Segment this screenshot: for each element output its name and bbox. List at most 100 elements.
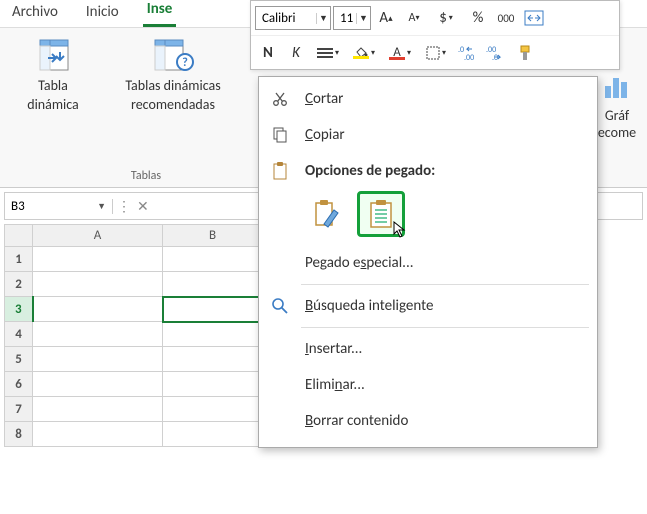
recommended-pivot-button[interactable]: ? Tablas dinámicas recomendadas bbox=[108, 34, 238, 116]
pivot-table-button[interactable]: Tabla dinámica bbox=[8, 34, 98, 116]
increase-font-button[interactable]: A▴ bbox=[373, 5, 399, 31]
row-header-2[interactable]: 2 bbox=[5, 272, 33, 297]
formula-dots-icon[interactable]: ⋮ bbox=[117, 198, 131, 215]
cancel-formula-button[interactable]: ✕ bbox=[137, 198, 149, 215]
chevron-down-icon: ▼ bbox=[356, 13, 370, 24]
cell-B2[interactable] bbox=[163, 272, 263, 297]
row-header-6[interactable]: 6 bbox=[5, 372, 33, 397]
select-all-corner[interactable] bbox=[5, 225, 33, 247]
comma-format-button[interactable]: 000 bbox=[493, 5, 519, 31]
tab-file[interactable]: Archivo bbox=[8, 0, 62, 27]
ctx-paste-head: Opciones de pegado: bbox=[305, 162, 435, 180]
percent-format-button[interactable]: % bbox=[465, 5, 491, 31]
cell-A4[interactable] bbox=[33, 322, 163, 347]
row-header-7[interactable]: 7 bbox=[5, 397, 33, 422]
mini-toolbar: Calibri▼ 11▼ A▴ A▾ $▾ % 000 N K ▾ ▾ A ▾ bbox=[250, 0, 620, 70]
name-box[interactable]: B3 ▼ bbox=[5, 199, 113, 214]
search-icon bbox=[269, 296, 291, 316]
format-painter-button[interactable] bbox=[511, 40, 537, 66]
group-label-tables: Tablas bbox=[131, 169, 161, 183]
font-name-combo[interactable]: Calibri▼ bbox=[255, 6, 331, 30]
ctx-cut-label: Cortar bbox=[305, 90, 343, 108]
row-header-3[interactable]: 3 bbox=[5, 297, 33, 322]
decrease-font-button[interactable]: A▾ bbox=[401, 5, 427, 31]
tab-home[interactable]: Inicio bbox=[82, 0, 123, 27]
merge-center-button[interactable] bbox=[521, 5, 547, 31]
cell-A2[interactable] bbox=[33, 272, 163, 297]
paste-keep-source-button[interactable] bbox=[305, 193, 349, 235]
cell-B7[interactable] bbox=[163, 397, 263, 422]
paste-default-button[interactable] bbox=[359, 193, 403, 235]
ctx-copy[interactable]: Copiar bbox=[259, 117, 597, 153]
pivot-table-label-1: Tabla bbox=[38, 78, 68, 95]
cell-A8[interactable] bbox=[33, 422, 163, 447]
recommended-pivot-label-2: recomendadas bbox=[131, 97, 215, 114]
cursor-icon bbox=[393, 221, 407, 239]
decrease-decimal-icon: .00.0 bbox=[486, 45, 506, 61]
cell-A5[interactable] bbox=[33, 347, 163, 372]
fill-color-button[interactable]: ▾ bbox=[347, 40, 381, 66]
scissors-icon bbox=[269, 89, 291, 109]
increase-decimal-button[interactable]: .0.00 bbox=[455, 40, 481, 66]
ctx-paste-options-row: Opciones de pegado: bbox=[259, 153, 597, 189]
borders-button[interactable]: ▾ bbox=[419, 40, 453, 66]
chevron-down-icon: ▼ bbox=[97, 201, 106, 212]
tab-insert[interactable]: Inse bbox=[143, 0, 177, 27]
row-header-5[interactable]: 5 bbox=[5, 347, 33, 372]
ctx-cut[interactable]: Cortar bbox=[259, 81, 597, 117]
fill-bucket-icon bbox=[353, 46, 369, 59]
ctx-clear-label: Borrar contenido bbox=[305, 412, 408, 430]
row-header-1[interactable]: 1 bbox=[5, 247, 33, 272]
font-color-button[interactable]: A ▾ bbox=[383, 40, 417, 66]
paintbrush-icon bbox=[515, 45, 533, 61]
pivot-table-icon bbox=[31, 36, 75, 76]
cell-B5[interactable] bbox=[163, 347, 263, 372]
merge-icon bbox=[524, 10, 544, 26]
ctx-insert[interactable]: Insertar... bbox=[259, 331, 597, 367]
align-icon bbox=[317, 47, 333, 59]
ctx-smart-label: Búsqueda inteligente bbox=[305, 297, 433, 315]
cell-B1[interactable] bbox=[163, 247, 263, 272]
col-header-B[interactable]: B bbox=[163, 225, 263, 247]
cell-A1[interactable] bbox=[33, 247, 163, 272]
ctx-insert-label: Insertar... bbox=[305, 340, 362, 358]
svg-text:?: ? bbox=[182, 56, 188, 70]
decrease-decimal-button[interactable]: .00.0 bbox=[483, 40, 509, 66]
ctx-delete-label: Eliminar... bbox=[305, 376, 365, 394]
separator bbox=[301, 327, 589, 328]
font-color-icon: A bbox=[389, 46, 405, 60]
ctx-smart-lookup[interactable]: Búsqueda inteligente bbox=[259, 288, 597, 324]
increase-decimal-icon: .0.00 bbox=[458, 45, 478, 61]
paste-brush-icon bbox=[312, 198, 342, 230]
paste-default-icon bbox=[366, 198, 396, 230]
spreadsheet-grid[interactable]: A B 1 2 3 4 5 6 7 8 bbox=[4, 224, 263, 447]
chevron-down-icon: ▼ bbox=[316, 13, 330, 24]
recommended-pivot-label-1: Tablas dinámicas bbox=[125, 78, 220, 95]
currency-format-button[interactable]: $▾ bbox=[429, 5, 463, 31]
bold-button[interactable]: N bbox=[255, 40, 281, 66]
copy-icon bbox=[269, 125, 291, 145]
row-header-8[interactable]: 8 bbox=[5, 422, 33, 447]
clipboard-icon bbox=[269, 161, 291, 181]
ctx-delete[interactable]: Eliminar... bbox=[259, 367, 597, 403]
cell-B4[interactable] bbox=[163, 322, 263, 347]
ctx-copy-label: Copiar bbox=[305, 126, 345, 144]
ctx-paste-special[interactable]: Pegado especial... bbox=[259, 245, 597, 281]
separator bbox=[301, 284, 589, 285]
cell-A3[interactable] bbox=[33, 297, 163, 322]
recommended-pivot-icon: ? bbox=[151, 36, 195, 76]
align-button[interactable]: ▾ bbox=[311, 40, 345, 66]
cell-B8[interactable] bbox=[163, 422, 263, 447]
border-icon bbox=[426, 46, 440, 60]
cell-A7[interactable] bbox=[33, 397, 163, 422]
cell-B6[interactable] bbox=[163, 372, 263, 397]
svg-text:.00: .00 bbox=[464, 53, 474, 61]
cell-A6[interactable] bbox=[33, 372, 163, 397]
cell-B3[interactable] bbox=[163, 297, 263, 322]
pivot-table-label-2: dinámica bbox=[27, 97, 79, 114]
italic-button[interactable]: K bbox=[283, 40, 309, 66]
font-size-combo[interactable]: 11▼ bbox=[333, 6, 371, 30]
col-header-A[interactable]: A bbox=[33, 225, 163, 247]
row-header-4[interactable]: 4 bbox=[5, 322, 33, 347]
ctx-clear-contents[interactable]: Borrar contenido bbox=[259, 403, 597, 439]
